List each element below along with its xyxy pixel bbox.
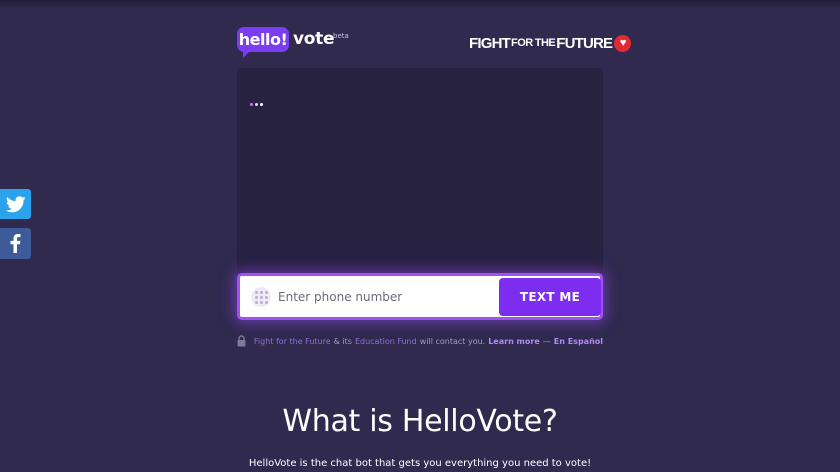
section-heading: What is HelloVote? bbox=[282, 404, 558, 439]
phone-signup-form: TEXT ME bbox=[237, 273, 603, 320]
twitter-icon bbox=[5, 195, 26, 212]
spanish-language-link[interactable]: En Español bbox=[554, 337, 603, 346]
contact-disclaimer: Fight for the Future & its Education Fun… bbox=[237, 334, 603, 348]
chat-panel bbox=[237, 68, 603, 273]
hellovote-logo-word[interactable]: vote bbox=[293, 29, 335, 49]
text-me-button[interactable]: TEXT ME bbox=[499, 278, 601, 316]
dialpad-icon bbox=[251, 287, 271, 307]
fftf-logo-part: FIGHT bbox=[469, 34, 511, 52]
fftf-logo-part: FOR bbox=[511, 37, 533, 49]
facebook-icon bbox=[10, 234, 21, 253]
hellovote-logo-badge[interactable]: hello! bbox=[237, 27, 289, 58]
learn-more-link[interactable]: Learn more bbox=[488, 337, 540, 346]
twitter-share-button[interactable] bbox=[0, 189, 31, 219]
fight-for-the-future-logo[interactable]: FIGHT FOR THE FUTURE ♥ bbox=[469, 34, 632, 52]
fight-for-the-future-link[interactable]: Fight for the Future bbox=[254, 337, 331, 346]
education-fund-link[interactable]: Education Fund bbox=[355, 337, 417, 346]
fftf-logo-part: THE bbox=[534, 37, 556, 49]
top-shadow bbox=[0, 0, 840, 8]
lock-icon bbox=[237, 335, 246, 347]
section-description: HelloVote is the chat bot that gets you … bbox=[248, 458, 592, 469]
typing-dot bbox=[260, 103, 263, 106]
beta-label: beta bbox=[333, 32, 349, 40]
disclaimer-text: will contact you. bbox=[419, 336, 486, 346]
disclaimer-dash: — bbox=[542, 336, 551, 346]
heart-icon: ♥ bbox=[614, 34, 632, 52]
disclaimer-text: & its bbox=[333, 336, 352, 346]
typing-dot bbox=[255, 103, 258, 106]
phone-number-input[interactable] bbox=[278, 284, 493, 310]
facebook-share-button[interactable] bbox=[0, 228, 31, 259]
typing-dot bbox=[250, 103, 253, 106]
typing-dots-icon bbox=[250, 103, 263, 106]
fftf-logo-part: FUTURE bbox=[556, 34, 613, 52]
